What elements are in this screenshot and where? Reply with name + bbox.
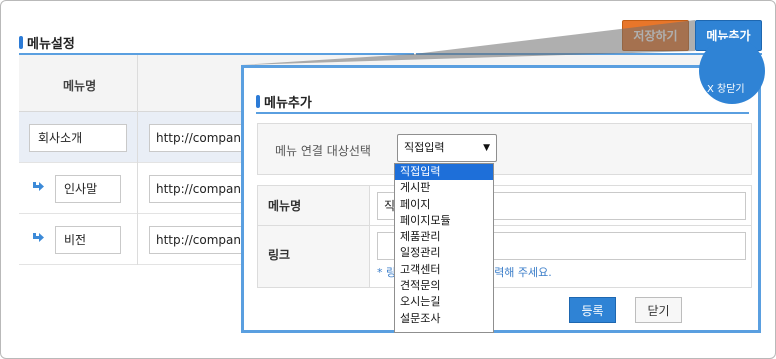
menu-name-input[interactable]: 회사소개 [29, 124, 127, 152]
chevron-down-icon: ▼ [483, 143, 490, 153]
link-target-value: 직접입력 [404, 141, 445, 154]
form-row-link: 링크 * 링크를 직접입력해서 입력해 주세요. [258, 226, 751, 287]
dropdown-option[interactable]: 제품관리 [395, 229, 493, 245]
save-button[interactable]: 저장하기 [622, 20, 689, 51]
menu-name-label: 메뉴명 [258, 186, 370, 225]
dropdown-option[interactable]: 설문조사 [395, 311, 493, 327]
add-menu-modal: X 창닫기 메뉴추가 메뉴 연결 대상선택 직접입력 ▼ 메뉴명 직접입력 링크… [241, 38, 765, 333]
dropdown-option[interactable]: 일정관리 [395, 245, 493, 261]
submenu-arrow-icon [33, 233, 44, 242]
dropdown-option[interactable]: 페이지모듈 [395, 213, 493, 229]
column-divider [137, 112, 138, 163]
modal-title-text: 메뉴추가 [264, 96, 312, 111]
page-title: 메뉴설정 [19, 33, 75, 52]
register-button[interactable]: 등록 [569, 297, 616, 323]
window-frame: 메뉴설정 저장하기 메뉴추가 메뉴명 회사소개 http://company 인… [0, 0, 776, 359]
menu-name-input[interactable]: 인사말 [55, 175, 121, 203]
close-button[interactable]: 닫기 [635, 297, 682, 323]
modal-close-label: X 창닫기 [707, 84, 745, 95]
dropdown-option[interactable]: 오시는길 [395, 294, 493, 310]
column-divider [137, 214, 138, 265]
title-marker-icon [256, 95, 260, 108]
dropdown-option[interactable]: 직접입력 [395, 164, 493, 181]
link-label: 링크 [258, 226, 370, 287]
link-target-dropdown: 직접입력 게시판 페이지 페이지모듈 제품관리 일정관리 고객센터 견적문의 오… [394, 163, 494, 333]
submenu-arrow-icon [33, 182, 44, 191]
modal-close-button[interactable]: X 창닫기 [699, 38, 765, 104]
link-target-panel: 메뉴 연결 대상선택 직접입력 ▼ [257, 123, 752, 175]
column-divider [137, 55, 138, 112]
column-header-menu-name: 메뉴명 [63, 79, 97, 93]
menu-form: 메뉴명 직접입력 링크 * 링크를 직접입력해서 입력해 주세요. [257, 185, 752, 288]
title-marker-icon [19, 36, 23, 49]
link-target-label: 메뉴 연결 대상선택 [275, 144, 371, 158]
menu-name-input[interactable]: 비전 [55, 226, 121, 254]
form-row-menu-name: 메뉴명 직접입력 [258, 186, 751, 226]
link-target-select[interactable]: 직접입력 ▼ [397, 134, 497, 162]
modal-title-underline [256, 112, 749, 114]
dropdown-option[interactable]: 게시판 [395, 180, 493, 196]
dropdown-option[interactable]: 고객센터 [395, 262, 493, 278]
page-title-text: 메뉴설정 [27, 37, 75, 52]
modal-title: 메뉴추가 [256, 92, 312, 111]
column-divider [137, 163, 138, 214]
dropdown-option[interactable]: 페이지 [395, 197, 493, 213]
dropdown-option[interactable]: 견적문의 [395, 278, 493, 294]
